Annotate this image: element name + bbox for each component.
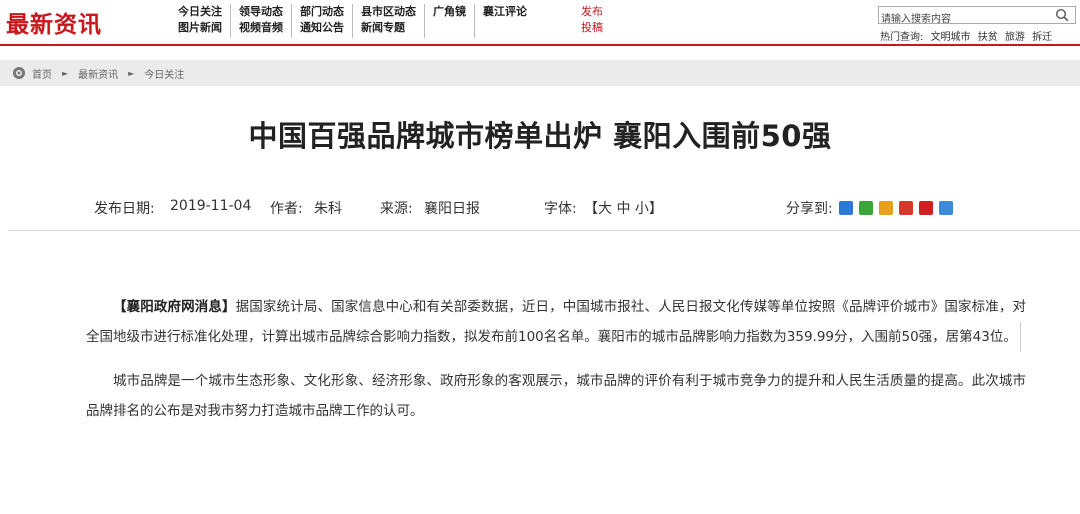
text-cursor [1020,322,1021,352]
nav-notices[interactable]: 通知公告 [300,20,344,36]
share-bar: 分享到: [786,198,959,218]
article-title: 中国百强品牌城市榜单出炉 襄阳入围前50强 [248,119,832,153]
font-size-options[interactable]: 【大 中 小】 [584,198,663,218]
nav-col-5: 广角镜 [425,4,475,38]
nav-department-news[interactable]: 部门动态 [300,4,344,20]
location-pin-icon [13,67,25,79]
author-name: 朱科 [314,201,342,217]
publish-link[interactable]: 发布 [581,4,603,20]
nav-photo-news[interactable]: 图片新闻 [178,20,222,36]
author-label: 作者: [270,201,303,217]
nav-col-2: 领导动态 视频音频 [231,4,292,38]
search-icon[interactable] [1055,8,1069,22]
nav-special-topics[interactable]: 新闻专题 [361,20,416,36]
breadcrumb-today-focus[interactable]: 今日关注 [144,66,184,81]
paragraph-2: 城市品牌是一个城市生态形象、文化形象、经济形象、政府形象的客观展示，城市品牌的评… [86,373,1026,419]
main-nav: 今日关注 图片新闻 领导动态 视频音频 部门动态 通知公告 县市区动态 新闻专题… [170,4,535,38]
nav-video-audio[interactable]: 视频音频 [239,20,283,36]
publish-links: 发布 投稿 [581,4,603,36]
hot-search: 热门查询: 文明城市 扶贫 旅游 拆迁 [880,28,1056,43]
nav-col-4: 县市区动态 新闻专题 [353,4,425,38]
publish-date: 2019-11-04 [170,198,252,214]
nav-col-6: 襄江评论 [475,4,535,38]
paragraph-1: 【襄阳政府网消息】据国家统计局、国家信息中心和有关部委数据，近日，中国城市报社、… [86,292,1026,352]
qzone-icon[interactable] [838,201,853,215]
article-body: 【襄阳政府网消息】据国家统计局、国家信息中心和有关部委数据，近日，中国城市报社、… [86,292,1026,440]
breadcrumb-separator: ► [128,68,135,78]
source-label: 来源: [380,201,413,217]
site-header: 最新资讯 今日关注 图片新闻 领导动态 视频音频 部门动态 通知公告 县市区动态… [0,0,1080,44]
search-input[interactable] [879,11,1049,28]
breadcrumb: 首页 ► 最新资讯 ► 今日关注 [0,60,1080,86]
nav-today-focus[interactable]: 今日关注 [178,4,222,20]
header-divider [0,44,1080,46]
nav-xiangjiang-comment[interactable]: 襄江评论 [483,4,527,20]
share-icons [838,201,959,215]
site-logo[interactable]: 最新资讯 [6,5,102,39]
font-size-label: 字体: [544,201,577,217]
weibo-icon[interactable] [898,201,913,215]
hot-term-poverty[interactable]: 扶贫 [978,32,998,43]
hot-term-tourism[interactable]: 旅游 [1005,32,1025,43]
search-box [878,6,1076,28]
wechat-icon[interactable] [858,201,873,215]
paragraph-lead: 【襄阳政府网消息】 [113,299,236,315]
meta-divider [8,230,1080,231]
kaixin-icon[interactable] [938,201,953,215]
qq-space-icon[interactable] [878,201,893,215]
hot-term-demolition[interactable]: 拆迁 [1032,32,1052,43]
breadcrumb-latest-news[interactable]: 最新资讯 [78,66,118,81]
share-label: 分享到: [786,201,833,217]
nav-wide-angle[interactable]: 广角镜 [433,4,466,20]
submit-link[interactable]: 投稿 [581,20,603,36]
renren-icon[interactable] [918,201,933,215]
date-label: 发布日期: [94,201,155,217]
hot-term-civilized-city[interactable]: 文明城市 [931,32,971,43]
source-name: 襄阳日报 [424,201,480,217]
nav-col-1: 今日关注 图片新闻 [170,4,231,38]
nav-county-news[interactable]: 县市区动态 [361,4,416,20]
hot-search-label: 热门查询: [880,32,924,43]
nav-col-3: 部门动态 通知公告 [292,4,353,38]
nav-leader-news[interactable]: 领导动态 [239,4,283,20]
breadcrumb-separator: ► [62,68,69,78]
breadcrumb-home[interactable]: 首页 [32,66,52,81]
